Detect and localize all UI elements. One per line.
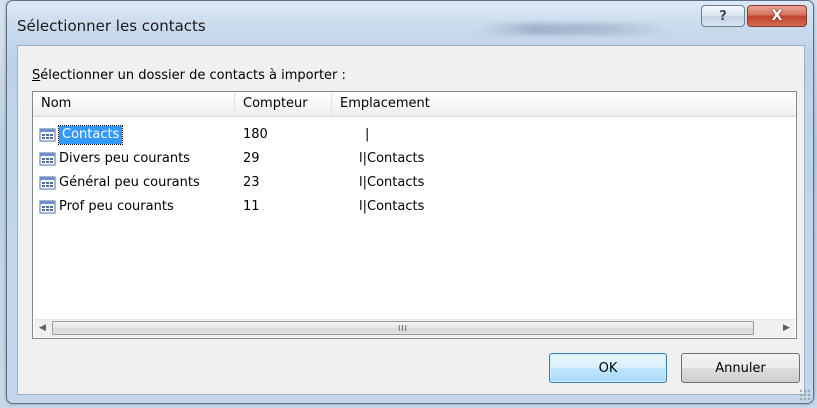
column-header-nom[interactable]: Nom <box>33 92 235 116</box>
background-window-ghost <box>477 23 667 35</box>
close-button[interactable]: X <box>747 5 807 27</box>
list-item-location: | <box>365 127 370 142</box>
list-item-count: 29 <box>243 151 260 166</box>
list-item-location: l|Contacts <box>359 151 425 166</box>
contacts-folder-icon <box>39 128 56 142</box>
contacts-folder-list[interactable]: Nom Compteur Emplacement Contacts 180 | <box>32 91 797 339</box>
list-item-name: Prof peu courants <box>59 199 174 214</box>
list-item-name: Contacts <box>57 125 124 145</box>
resize-grip-icon[interactable] <box>799 389 811 401</box>
list-item-name: Divers peu courants <box>59 151 190 166</box>
contacts-folder-icon <box>39 152 56 166</box>
contacts-folder-icon <box>39 200 56 214</box>
title-bar[interactable]: Sélectionner les contacts ? X <box>7 1 813 45</box>
list-item[interactable]: Prof peu courants 11 l|Contacts <box>33 195 796 219</box>
list-header: Nom Compteur Emplacement <box>33 92 796 117</box>
list-item-location: l|Contacts <box>359 199 425 214</box>
list-item-count: 180 <box>243 127 268 142</box>
list-item-count: 11 <box>243 199 260 214</box>
ok-button[interactable]: OK <box>549 353 667 383</box>
scrollbar-grip-icon: III <box>397 324 409 333</box>
help-button[interactable]: ? <box>701 5 745 27</box>
close-icon: X <box>771 8 783 24</box>
column-header-compteur[interactable]: Compteur <box>235 92 332 116</box>
list-item-count: 23 <box>243 175 260 190</box>
contacts-folder-icon <box>39 176 56 190</box>
list-item[interactable]: Contacts 180 | <box>33 123 796 147</box>
scroll-left-arrow-icon[interactable]: ◀ <box>34 320 51 337</box>
dialog-title: Sélectionner les contacts <box>17 17 206 35</box>
help-icon: ? <box>719 8 727 24</box>
list-item-location: l|Contacts <box>359 175 425 190</box>
list-item-name: Général peu courants <box>59 175 200 190</box>
scrollbar-thumb[interactable]: III <box>52 321 754 335</box>
horizontal-scrollbar[interactable]: ◀ III ▶ <box>34 319 795 337</box>
scroll-right-arrow-icon[interactable]: ▶ <box>778 320 795 337</box>
select-contacts-dialog: Sélectionner les contacts ? X Sélectionn… <box>6 0 814 404</box>
folder-prompt-label: Sélectionner un dossier de contacts à im… <box>32 68 346 83</box>
column-header-emplacement[interactable]: Emplacement <box>332 92 798 116</box>
prompt-text: électionner un dossier de contacts à imp… <box>40 68 346 83</box>
dialog-body: Sélectionner un dossier de contacts à im… <box>17 45 805 395</box>
cancel-button[interactable]: Annuler <box>681 353 800 383</box>
list-item[interactable]: Général peu courants 23 l|Contacts <box>33 171 796 195</box>
list-item[interactable]: Divers peu courants 29 l|Contacts <box>33 147 796 171</box>
